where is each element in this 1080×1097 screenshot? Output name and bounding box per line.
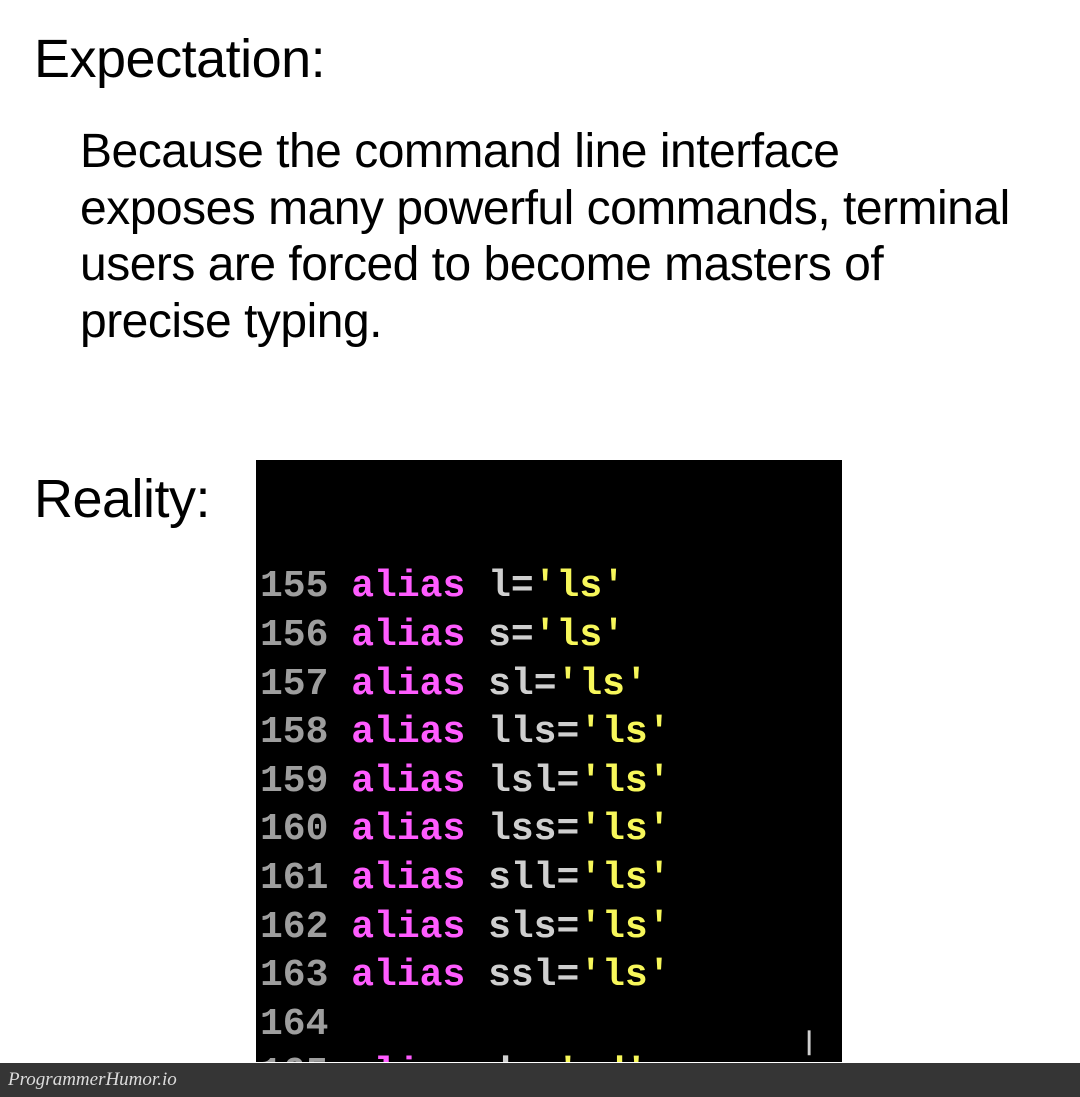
line-number: 155 (260, 565, 328, 608)
alias-name: s (488, 614, 511, 657)
alias-value: ls (557, 565, 603, 608)
alias-value: ls (602, 711, 648, 754)
keyword: alias (351, 906, 465, 949)
equals-sign: = (557, 808, 580, 851)
watermark-bar: ProgrammerHumor.io (0, 1063, 1080, 1097)
quote: ' (534, 614, 557, 657)
equals-sign: = (557, 711, 580, 754)
alias-value: ls (602, 857, 648, 900)
quote: ' (602, 614, 625, 657)
reality-heading: Reality: (34, 468, 210, 530)
quote: ' (557, 1052, 580, 1063)
line-number: 163 (260, 954, 328, 997)
alias-name: dc (488, 1052, 534, 1063)
quote: ' (579, 760, 602, 803)
quote: ' (602, 565, 625, 608)
code-line: 160 alias lss='ls' (260, 806, 838, 855)
quote: ' (579, 954, 602, 997)
equals-sign: = (534, 663, 557, 706)
line-number: 161 (260, 857, 328, 900)
code-line: 162 alias sls='ls' (260, 904, 838, 953)
equals-sign: = (511, 565, 534, 608)
alias-value: ls (602, 954, 648, 997)
equals-sign: = (557, 906, 580, 949)
line-number: 162 (260, 906, 328, 949)
quote: ' (557, 663, 580, 706)
line-number: 164 (260, 1003, 328, 1046)
equals-sign: = (557, 760, 580, 803)
line-number: 158 (260, 711, 328, 754)
line-number: 157 (260, 663, 328, 706)
code-line: 156 alias s='ls' (260, 612, 838, 661)
alias-name: lls (488, 711, 556, 754)
equals-sign: = (511, 614, 534, 657)
quote: ' (579, 711, 602, 754)
quote: ' (534, 565, 557, 608)
equals-sign: = (557, 954, 580, 997)
keyword: alias (351, 954, 465, 997)
alias-name: sls (488, 906, 556, 949)
code-line: 159 alias lsl='ls' (260, 758, 838, 807)
alias-name: sl (488, 663, 534, 706)
expectation-heading: Expectation: (34, 28, 325, 90)
keyword: alias (351, 565, 465, 608)
watermark-text: ProgrammerHumor.io (8, 1069, 177, 1091)
quote: ' (579, 857, 602, 900)
code-line: 165 alias dc='cd' (260, 1050, 838, 1063)
code-line: 158 alias lls='ls' (260, 709, 838, 758)
keyword: alias (351, 614, 465, 657)
code-editor: 155 alias l='ls'156 alias s='ls'157 alia… (256, 460, 842, 1062)
quote: ' (625, 1052, 648, 1063)
quote: ' (579, 808, 602, 851)
line-number: 165 (260, 1052, 328, 1063)
quote: ' (648, 857, 671, 900)
code-line: 164 (260, 1001, 838, 1050)
keyword: alias (351, 808, 465, 851)
quote: ' (648, 906, 671, 949)
quote: ' (648, 760, 671, 803)
keyword: alias (351, 760, 465, 803)
alias-name: lsl (488, 760, 556, 803)
line-number: 156 (260, 614, 328, 657)
quote: ' (625, 663, 648, 706)
alias-value: ls (579, 663, 625, 706)
keyword: alias (351, 1052, 465, 1063)
alias-value: ls (602, 760, 648, 803)
alias-name: ssl (488, 954, 556, 997)
code-line: 161 alias sll='ls' (260, 855, 838, 904)
cursor-indicator-icon: ⎸ (808, 1027, 832, 1058)
quote: ' (579, 906, 602, 949)
alias-value: cd (579, 1052, 625, 1063)
line-number: 159 (260, 760, 328, 803)
alias-value: ls (557, 614, 603, 657)
quote: ' (648, 808, 671, 851)
code-line: 163 alias ssl='ls' (260, 952, 838, 1001)
equals-sign: = (557, 857, 580, 900)
keyword: alias (351, 857, 465, 900)
keyword: alias (351, 711, 465, 754)
alias-name: sll (488, 857, 556, 900)
alias-value: ls (602, 906, 648, 949)
code-line: 155 alias l='ls' (260, 563, 838, 612)
code-line: 157 alias sl='ls' (260, 661, 838, 710)
alias-name: l (488, 565, 511, 608)
expectation-text: Because the command line interface expos… (80, 124, 1020, 351)
line-number: 160 (260, 808, 328, 851)
alias-name: lss (488, 808, 556, 851)
alias-value: ls (602, 808, 648, 851)
equals-sign: = (534, 1052, 557, 1063)
keyword: alias (351, 663, 465, 706)
quote: ' (648, 954, 671, 997)
quote: ' (648, 711, 671, 754)
